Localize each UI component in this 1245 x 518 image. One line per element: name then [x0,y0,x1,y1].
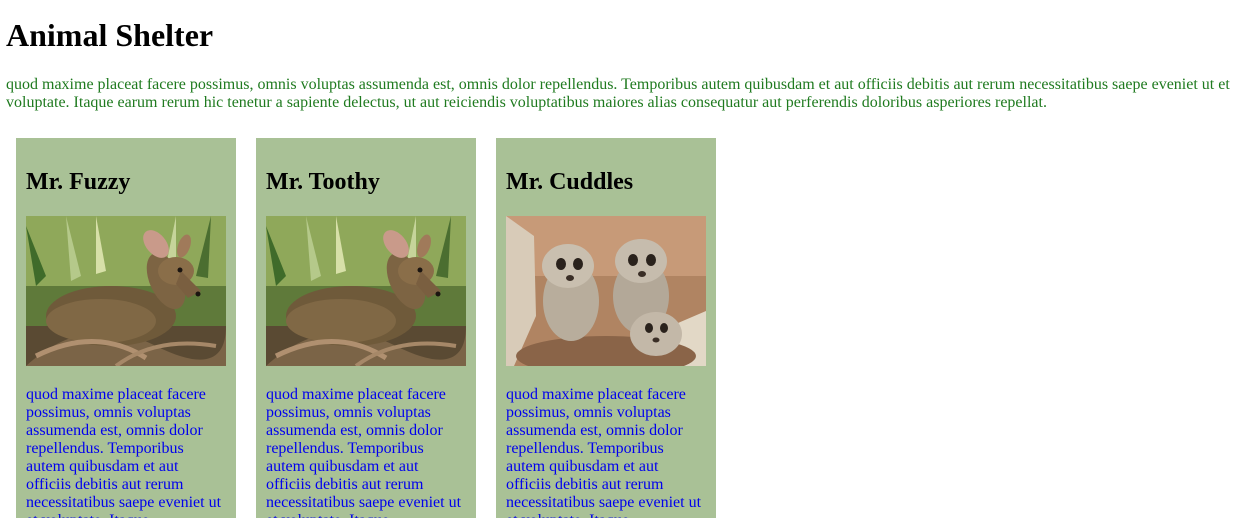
animal-name: Mr. Cuddles [506,169,634,195]
deer-photo [266,216,466,366]
intro-paragraph: quod maxime placeat facere possimus, omn… [6,76,1230,111]
page-title: Animal Shelter [6,17,214,53]
meerkats-photo [506,216,706,366]
animal-card: Mr. Cuddles quod maxime placeat facere p… [496,138,716,518]
animal-name: Mr. Toothy [266,169,380,195]
animal-card: Mr. Fuzzy quod maxime placeat facere pos… [16,138,236,518]
animal-name: Mr. Fuzzy [26,169,131,195]
animal-card: Mr. Toothy quod maxime placeat facere po… [256,138,476,518]
deer-photo [26,216,226,366]
animal-description: quod maxime placeat facere possimus, omn… [26,386,222,518]
page: Animal Shelter quod maxime placeat facer… [0,0,1245,518]
animal-description: quod maxime placeat facere possimus, omn… [266,386,462,518]
animal-description: quod maxime placeat facere possimus, omn… [506,386,702,518]
